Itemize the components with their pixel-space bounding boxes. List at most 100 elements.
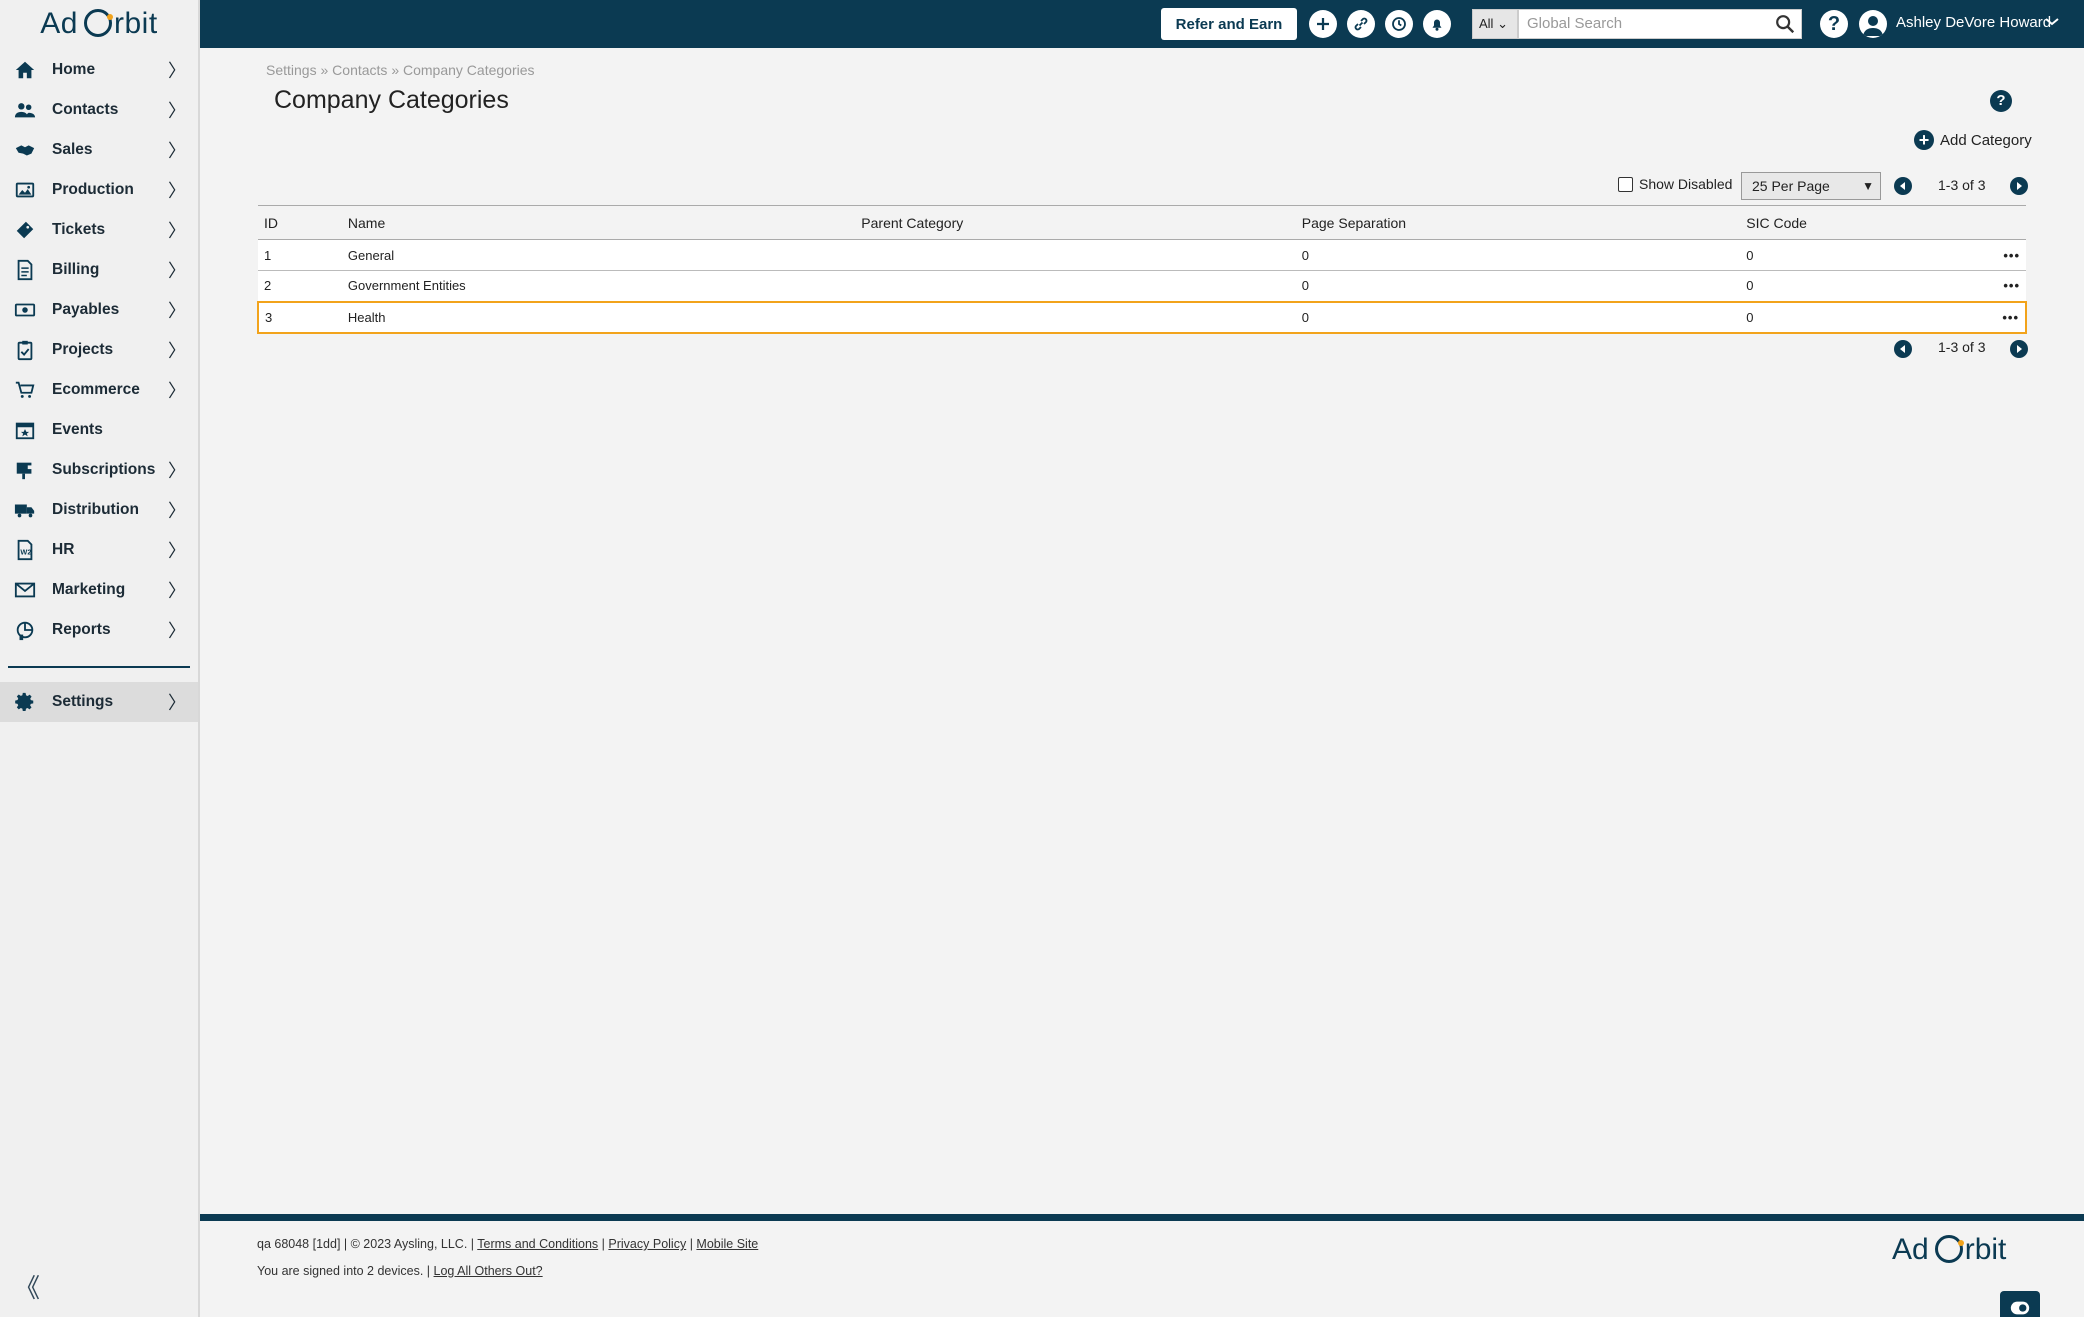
- sidebar-item-distribution[interactable]: Distribution 〉: [0, 490, 198, 530]
- chevron-down-icon: ▼: [1862, 179, 1874, 193]
- sidebar-item-sales[interactable]: Sales 〉: [0, 130, 198, 170]
- cell-page-separation: 0: [1295, 300, 1741, 334]
- billing-icon: [14, 259, 36, 281]
- prev-page-button[interactable]: [1894, 177, 1912, 195]
- footer-session: You are signed into 2 devices. | Log All…: [257, 1264, 543, 1278]
- per-page-select[interactable]: 25 Per Page ▼: [1741, 172, 1881, 200]
- sidebar-item-billing[interactable]: Billing 〉: [0, 250, 198, 290]
- chevron-right-icon: 〉: [168, 621, 186, 641]
- sidebar-item-projects[interactable]: Projects 〉: [0, 330, 198, 370]
- column-header-name[interactable]: Name: [341, 205, 856, 240]
- cell-name[interactable]: General: [341, 239, 856, 271]
- privacy-link[interactable]: Privacy Policy: [608, 1237, 686, 1251]
- global-search-input[interactable]: Global Search: [1518, 9, 1802, 39]
- plus-icon: +: [1914, 130, 1934, 150]
- column-header-id[interactable]: ID: [258, 205, 342, 240]
- column-header-actions: [1960, 205, 2026, 240]
- add-icon[interactable]: [1309, 10, 1337, 38]
- sidebar-divider: [8, 666, 190, 668]
- per-page-value: 25 Per Page: [1752, 178, 1830, 194]
- app-logo[interactable]: Ad rbit: [0, 0, 198, 48]
- footer-build-info: qa 68048 [1dd] | © 2023 Aysling, LLC. |: [257, 1237, 475, 1251]
- chevron-down-icon[interactable]: [2044, 14, 2060, 30]
- next-page-button[interactable]: [2010, 177, 2028, 195]
- search-scope-select[interactable]: All ⌄: [1472, 9, 1518, 39]
- chat-icon[interactable]: [2000, 1291, 2040, 1317]
- projects-icon: [14, 339, 36, 361]
- categories-table: ID Name Parent Category Page Separation …: [257, 205, 2027, 334]
- logo-text-left: Ad: [40, 7, 78, 40]
- search-icon[interactable]: [1774, 13, 1796, 35]
- row-menu-icon[interactable]: •••: [1960, 239, 2026, 271]
- footer-logo: Ad rbit: [1892, 1233, 2006, 1267]
- refer-and-earn-button[interactable]: Refer and Earn: [1161, 8, 1297, 40]
- calendar-icon: [14, 419, 36, 441]
- cell-name[interactable]: Government Entities: [341, 270, 856, 302]
- collapse-sidebar-icon[interactable]: 《: [14, 1268, 40, 1305]
- column-header-page-separation[interactable]: Page Separation: [1295, 205, 1741, 240]
- mobile-site-link[interactable]: Mobile Site: [696, 1237, 758, 1251]
- link-icon[interactable]: [1347, 10, 1375, 38]
- sidebar-item-contacts[interactable]: Contacts 〉: [0, 90, 198, 130]
- column-header-parent-category[interactable]: Parent Category: [855, 205, 1296, 240]
- show-disabled-toggle[interactable]: Show Disabled: [1618, 176, 1732, 192]
- table-row[interactable]: 2 Government Entities 0 0 •••: [258, 270, 2026, 302]
- sidebar-item-production[interactable]: Production 〉: [0, 170, 198, 210]
- user-name[interactable]: Ashley DeVore Howard: [1896, 14, 2051, 31]
- sidebar-item-label: Home: [52, 61, 96, 78]
- sidebar-item-label: HR: [52, 541, 75, 558]
- sidebar-item-tickets[interactable]: Tickets 〉: [0, 210, 198, 250]
- help-icon[interactable]: ?: [1820, 10, 1848, 38]
- sidebar-item-marketing[interactable]: Marketing 〉: [0, 570, 198, 610]
- log-all-others-out-link[interactable]: Log All Others Out?: [434, 1264, 543, 1278]
- footer: qa 68048 [1dd] | © 2023 Aysling, LLC. | …: [200, 1214, 2084, 1317]
- avatar[interactable]: [1859, 10, 1887, 38]
- help-icon[interactable]: ?: [1990, 90, 2012, 112]
- pagination-text: 1-3 of 3: [1938, 177, 1986, 193]
- subscriptions-icon: [14, 459, 36, 481]
- sidebar-item-subscriptions[interactable]: Subscriptions 〉: [0, 450, 198, 490]
- chevron-right-icon: 〉: [168, 181, 186, 201]
- prev-page-button-bottom[interactable]: [1894, 340, 1912, 358]
- sidebar-item-settings[interactable]: Settings 〉: [0, 682, 198, 722]
- row-menu-icon[interactable]: •••: [1960, 300, 2027, 334]
- breadcrumb-settings[interactable]: Settings: [266, 62, 317, 78]
- truck-icon: [14, 499, 36, 521]
- sidebar-item-hr[interactable]: W2 HR 〉: [0, 530, 198, 570]
- table-row[interactable]: 1 General 0 0 •••: [258, 239, 2026, 271]
- sidebar-item-label: Contacts: [52, 101, 119, 118]
- sidebar-item-reports[interactable]: Reports 〉: [0, 610, 198, 650]
- add-category-button[interactable]: + Add Category: [1914, 130, 2032, 150]
- cell-id: 1: [258, 239, 342, 271]
- terms-link[interactable]: Terms and Conditions: [477, 1237, 598, 1251]
- show-disabled-checkbox[interactable]: [1618, 176, 1633, 192]
- cell-sic-code: 0: [1740, 239, 1960, 271]
- cell-page-separation: 0: [1295, 270, 1741, 302]
- history-icon[interactable]: [1385, 10, 1413, 38]
- breadcrumb-contacts[interactable]: Contacts: [332, 62, 387, 78]
- footer-separator: |: [601, 1237, 605, 1251]
- table-row-highlighted[interactable]: 3 Health 0 0 •••: [257, 300, 2027, 334]
- sidebar-item-label: Sales: [52, 141, 93, 158]
- main-content: Settings » Contacts » Company Categories…: [200, 48, 2084, 1214]
- bell-icon[interactable]: [1423, 10, 1451, 38]
- sidebar-item-home[interactable]: Home 〉: [0, 50, 198, 90]
- pagination-text-bottom: 1-3 of 3: [1938, 339, 1986, 355]
- cell-name[interactable]: Health: [341, 300, 856, 334]
- sidebar-item-label: Billing: [52, 261, 100, 278]
- chevron-right-icon: 〉: [168, 501, 186, 521]
- chevron-right-icon: 〉: [168, 541, 186, 561]
- logo-orbit-icon: [84, 9, 113, 37]
- column-header-sic-code[interactable]: SIC Code: [1740, 205, 1960, 240]
- breadcrumb: Settings » Contacts » Company Categories: [266, 62, 535, 78]
- payables-icon: [14, 299, 36, 321]
- next-page-button-bottom[interactable]: [2010, 340, 2028, 358]
- sidebar-item-payables[interactable]: Payables 〉: [0, 290, 198, 330]
- sidebar-item-ecommerce[interactable]: Ecommerce 〉: [0, 370, 198, 410]
- chevron-right-icon: 〉: [168, 461, 186, 481]
- sidebar-item-events[interactable]: Events: [0, 410, 198, 450]
- row-menu-icon[interactable]: •••: [1960, 270, 2026, 302]
- sidebar-item-label: Payables: [52, 301, 120, 318]
- hr-icon: W2: [14, 539, 36, 561]
- chevron-right-icon: 〉: [168, 341, 186, 361]
